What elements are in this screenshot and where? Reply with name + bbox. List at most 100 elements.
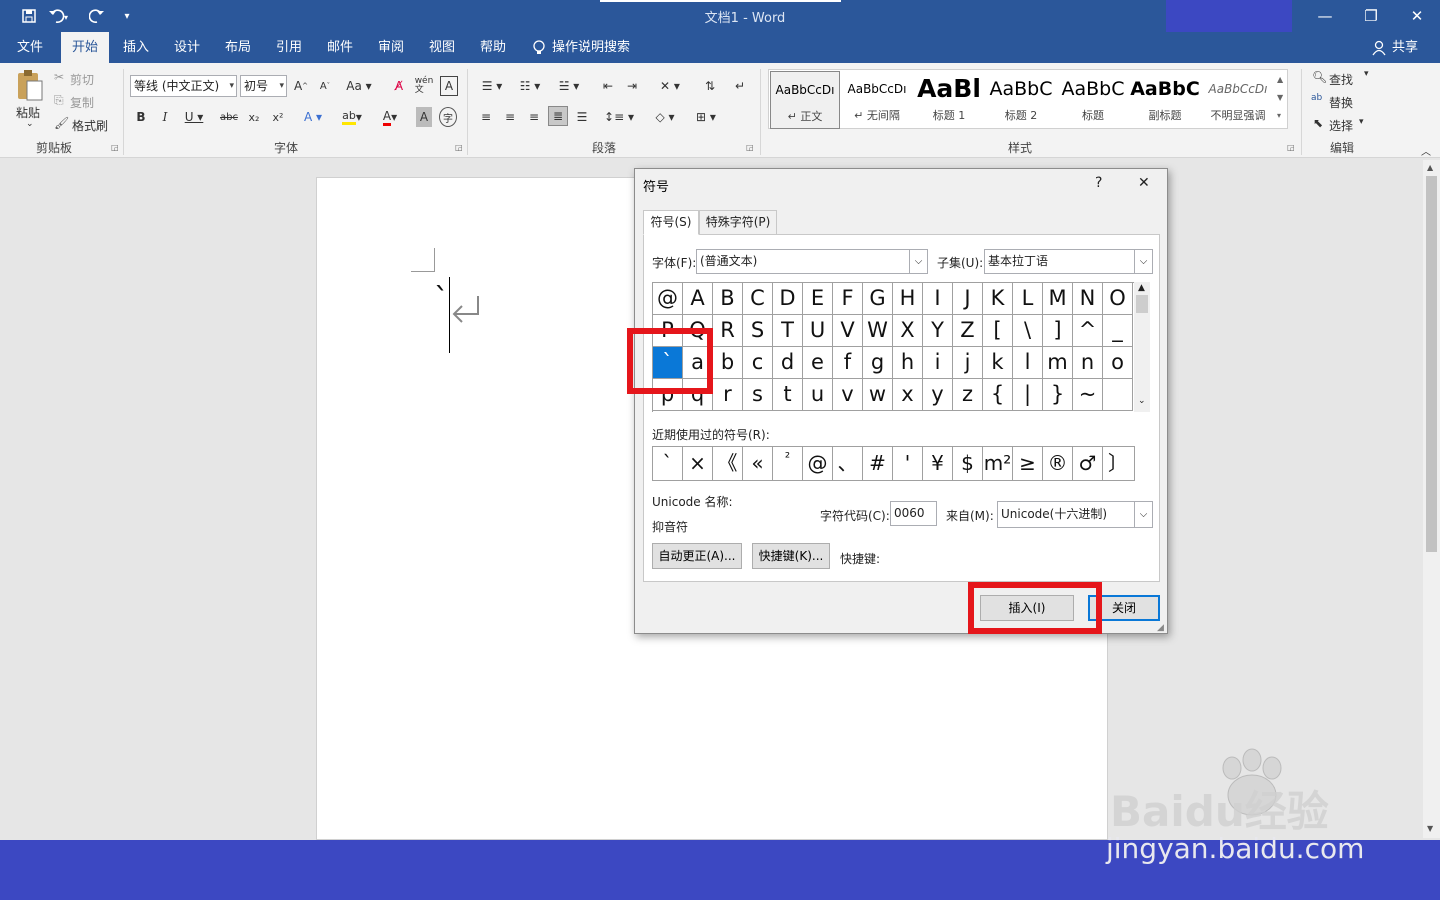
align-right-icon[interactable]: ≡ xyxy=(524,107,544,127)
symbol-cell[interactable]: d xyxy=(773,347,803,379)
subscript-icon[interactable]: x₂ xyxy=(245,107,263,127)
scroll-thumb[interactable] xyxy=(1426,176,1437,552)
style-no-spacing[interactable]: AaBbCcDı ↵ 无间隔 xyxy=(842,71,912,129)
subset-select[interactable]: 基本拉丁语 ⌵ xyxy=(984,249,1153,274)
symbol-cell[interactable]: r xyxy=(713,379,743,411)
shading-icon[interactable]: ◇ ▾ xyxy=(648,107,682,127)
recent-symbol[interactable]: 、 xyxy=(833,447,863,480)
tab-view[interactable]: 视图 xyxy=(420,32,464,63)
font-select[interactable]: (普通文本) ⌵ xyxy=(696,249,928,274)
symbol-cell[interactable]: O xyxy=(1103,283,1133,315)
font-name-combo[interactable]: 等线 (中文正文) ▾ xyxy=(130,75,237,97)
multilevel-list-icon[interactable]: ☱ ▾ xyxy=(552,76,586,96)
select-dropdown-icon[interactable]: ▾ xyxy=(1359,117,1364,127)
borders-icon[interactable]: ⊞ ▾ xyxy=(690,107,722,127)
style-title[interactable]: AaBbC 标题 xyxy=(1058,71,1128,129)
recent-symbol[interactable]: ® xyxy=(1043,447,1073,480)
symbol-cell[interactable]: m xyxy=(1043,347,1073,379)
select-button[interactable]: 选择 xyxy=(1329,117,1353,134)
replace-button[interactable]: 替换 xyxy=(1329,94,1353,111)
underline-icon[interactable]: U ▾ xyxy=(181,107,207,127)
font-launcher-icon[interactable]: ◲ xyxy=(455,143,463,152)
symbol-cell[interactable]: @ xyxy=(653,283,683,315)
redo-icon[interactable] xyxy=(86,6,108,26)
symbol-cell[interactable]: s xyxy=(743,379,773,411)
grid-scroll-down-icon[interactable]: ⌄ xyxy=(1138,396,1146,406)
recent-symbol[interactable]: m² xyxy=(983,447,1013,480)
collapse-ribbon-icon[interactable]: ︿ xyxy=(1421,143,1431,158)
symbol-cell[interactable]: } xyxy=(1043,379,1073,411)
paste-icon[interactable] xyxy=(14,69,44,103)
character-shading-icon[interactable]: A xyxy=(416,107,432,127)
chinese-layout-icon[interactable]: ✕ ▾ xyxy=(654,76,686,96)
symbol-cell[interactable]: N xyxy=(1073,283,1103,315)
font-size-combo[interactable]: 初号 ▾ xyxy=(240,75,287,97)
grid-scroll-up-icon[interactable]: ▲ xyxy=(1138,283,1145,293)
phonetic-guide-icon[interactable]: wén 文 xyxy=(414,76,434,96)
symbol-cell[interactable]: t xyxy=(773,379,803,411)
symbol-cell[interactable] xyxy=(1103,379,1133,411)
symbol-cell[interactable]: G xyxy=(863,283,893,315)
symbol-cell[interactable]: K xyxy=(983,283,1013,315)
align-center-icon[interactable]: ≡ xyxy=(500,107,520,127)
symbol-cell[interactable]: F xyxy=(833,283,863,315)
paragraph-launcher-icon[interactable]: ◲ xyxy=(746,143,754,152)
symbol-cell[interactable]: I xyxy=(923,283,953,315)
symbol-cell[interactable]: U xyxy=(803,315,833,347)
symbol-cell[interactable]: J xyxy=(953,283,983,315)
style-heading-1[interactable]: AaBl 标题 1 xyxy=(914,71,984,129)
find-button[interactable]: 查找 xyxy=(1329,71,1353,88)
symbol-cell[interactable]: o xyxy=(1103,347,1133,379)
symbol-cell[interactable]: z xyxy=(953,379,983,411)
symbol-cell[interactable]: { xyxy=(983,379,1013,411)
customize-qat-icon[interactable]: ▾ xyxy=(116,6,138,26)
symbol-cell[interactable]: y xyxy=(923,379,953,411)
recent-symbol[interactable]: × xyxy=(683,447,713,480)
symbol-cell[interactable]: ~ xyxy=(1073,379,1103,411)
tell-me-search[interactable]: 操作说明搜索 xyxy=(552,32,642,63)
dialog-close-icon[interactable]: ✕ xyxy=(1138,175,1150,191)
justify-icon[interactable]: ≣ xyxy=(548,106,568,126)
sort-icon[interactable]: ⇅ xyxy=(700,76,720,96)
symbol-cell[interactable]: \ xyxy=(1013,315,1043,347)
superscript-icon[interactable]: x² xyxy=(269,107,287,127)
recent-symbol[interactable]: 〕 xyxy=(1103,447,1133,480)
symbol-cell[interactable]: c xyxy=(743,347,773,379)
symbol-cell[interactable]: E xyxy=(803,283,833,315)
tab-layout[interactable]: 布局 xyxy=(216,32,260,63)
symbol-cell[interactable]: A xyxy=(683,283,713,315)
symbol-cell[interactable]: g xyxy=(863,347,893,379)
symbol-cell[interactable]: R xyxy=(713,315,743,347)
italic-icon[interactable]: I xyxy=(157,107,173,127)
symbol-cell[interactable]: _ xyxy=(1103,315,1133,347)
tab-review[interactable]: 审阅 xyxy=(369,32,413,63)
character-border-icon[interactable]: A xyxy=(440,76,458,96)
tab-help[interactable]: 帮助 xyxy=(471,32,515,63)
symbol-cell[interactable]: L xyxy=(1013,283,1043,315)
font-color-icon[interactable]: A ▾ xyxy=(374,107,406,127)
minimize-icon[interactable]: — xyxy=(1302,0,1348,32)
symbol-cell[interactable]: T xyxy=(773,315,803,347)
symbol-cell[interactable]: B xyxy=(713,283,743,315)
symbol-cell[interactable]: h xyxy=(893,347,923,379)
tab-special-characters[interactable]: 特殊字符(P) xyxy=(699,210,777,235)
autocorrect-button[interactable]: 自动更正(A)... xyxy=(652,543,742,569)
tab-design[interactable]: 设计 xyxy=(165,32,209,63)
strikethrough-icon[interactable]: abc xyxy=(218,107,240,127)
align-left-icon[interactable]: ≡ xyxy=(476,107,496,127)
copy-button[interactable]: 复制 xyxy=(70,94,94,111)
from-select[interactable]: Unicode(十六进制) ⌵ xyxy=(997,501,1153,528)
symbol-cell[interactable]: l xyxy=(1013,347,1043,379)
symbol-cell[interactable]: u xyxy=(803,379,833,411)
recent-symbol[interactable]: @ xyxy=(803,447,833,480)
symbol-cell[interactable]: S xyxy=(743,315,773,347)
symbol-cell[interactable]: x xyxy=(893,379,923,411)
tab-references[interactable]: 引用 xyxy=(267,32,311,63)
symbol-cell[interactable]: W xyxy=(863,315,893,347)
recent-symbol[interactable]: ` xyxy=(653,447,683,480)
decrease-indent-icon[interactable]: ⇤ xyxy=(598,76,618,96)
restore-icon[interactable]: ❐ xyxy=(1348,0,1394,32)
style-subtitle[interactable]: AaBbC 副标题 xyxy=(1130,71,1200,129)
symbol-cell[interactable]: b xyxy=(713,347,743,379)
char-code-input[interactable]: 0060 xyxy=(890,501,937,526)
